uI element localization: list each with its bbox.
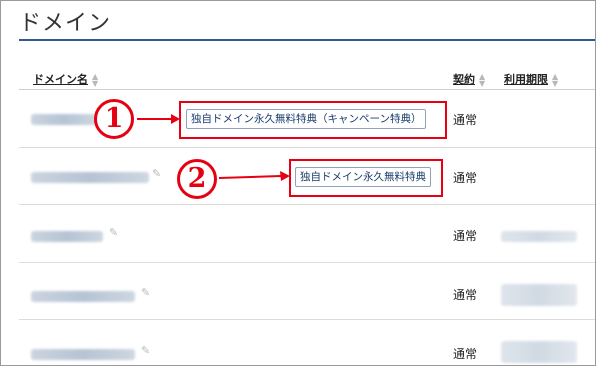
redacted-usage-period [501, 231, 577, 242]
contract-value: 通常 [453, 288, 478, 302]
title-divider [19, 39, 595, 41]
row-divider [19, 262, 595, 263]
contract-value: 通常 [453, 171, 478, 185]
sort-icon[interactable]: ▲ ▼ [479, 73, 485, 88]
redacted-usage-period [501, 284, 577, 306]
column-header-usage-period-label: 利用期限 [504, 73, 548, 86]
redacted-domain-name [31, 349, 135, 360]
pencil-icon[interactable]: ✎ [109, 226, 118, 239]
contract-value: 通常 [453, 113, 478, 127]
header-divider [19, 89, 595, 90]
contract-value: 通常 [453, 229, 478, 243]
redacted-domain-name [31, 231, 103, 242]
pencil-icon[interactable]: ✎ [141, 344, 150, 357]
sort-icon[interactable]: ▲ ▼ [92, 73, 98, 88]
pencil-icon[interactable]: ✎ [141, 286, 150, 299]
column-header-domain-name-label: ドメイン名 [33, 73, 88, 86]
page-title: ドメイン [19, 11, 112, 36]
column-header-contract-label: 契約 [453, 73, 475, 86]
redacted-domain-name [31, 114, 97, 125]
pencil-icon[interactable]: ✎ [152, 167, 161, 180]
column-header-contract[interactable]: 契約 ▲ ▼ [453, 71, 485, 88]
redacted-domain-name [31, 172, 149, 183]
column-header-usage-period[interactable]: 利用期限 ▲ ▼ [504, 71, 558, 88]
free-domain-badge: 独自ドメイン永久無料特典 [295, 167, 431, 187]
redacted-domain-name [31, 291, 135, 302]
redacted-usage-period [501, 341, 577, 363]
annotation-marker-2: 2 [177, 159, 217, 199]
row-divider [19, 204, 595, 205]
free-domain-campaign-badge: 独自ドメイン永久無料特典（キャンペーン特典） [186, 109, 427, 129]
screenshot-frame: ドメイン ドメイン名 ▲▼ 契約 ▲▼ 利用期限 ▲▼ ✎ 独自ドメイン永久無料特典（… [0, 0, 596, 366]
row-divider [19, 147, 595, 148]
annotation-marker-1: 1 [94, 99, 134, 139]
arrow-right-icon [137, 114, 180, 124]
contract-value: 通常 [453, 347, 478, 361]
sort-icon[interactable]: ▲ ▼ [552, 73, 558, 88]
row-divider [19, 319, 595, 320]
arrow-right-icon [219, 171, 290, 181]
column-header-domain-name[interactable]: ドメイン名 ▲ ▼ [33, 71, 98, 88]
